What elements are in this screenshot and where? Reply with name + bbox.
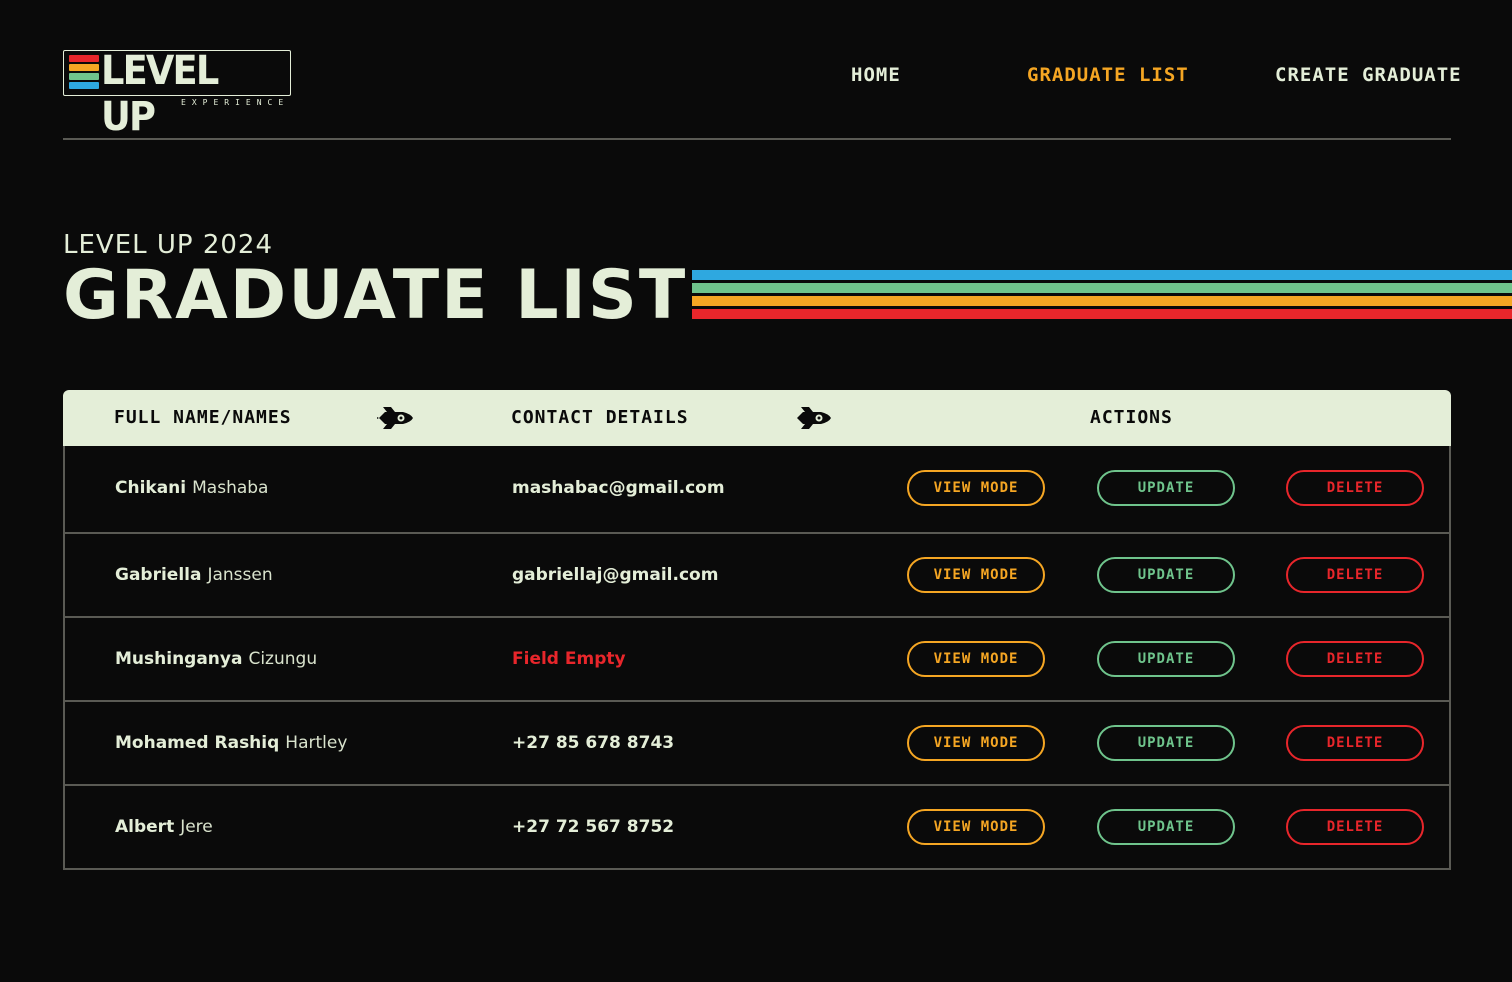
delete-button[interactable]: DELETE bbox=[1286, 809, 1424, 845]
table-row: Chikani Mashaba mashabac@gmail.com VIEW … bbox=[65, 444, 1449, 534]
update-button[interactable]: UPDATE bbox=[1097, 725, 1235, 761]
contact-details: gabriellaj@gmail.com bbox=[512, 565, 719, 585]
rocket-icon[interactable] bbox=[377, 406, 415, 430]
nav-graduate-list[interactable]: GRADUATE LIST bbox=[1027, 64, 1189, 86]
logo-text: LEVEL UP bbox=[101, 48, 219, 140]
view-mode-button[interactable]: VIEW MODE bbox=[907, 557, 1045, 593]
page-title: GRADUATE LIST bbox=[63, 256, 688, 335]
last-name: Hartley bbox=[285, 733, 348, 753]
rainbow-stripes bbox=[692, 270, 1512, 322]
update-button[interactable]: UPDATE bbox=[1097, 809, 1235, 845]
last-name: Jere bbox=[180, 817, 213, 837]
nav-home[interactable]: HOME bbox=[851, 64, 901, 86]
view-mode-button[interactable]: VIEW MODE bbox=[907, 809, 1045, 845]
view-mode-button[interactable]: VIEW MODE bbox=[907, 725, 1045, 761]
table-row: Mushinganya Cizungu Field Empty VIEW MOD… bbox=[65, 618, 1449, 702]
update-button[interactable]: UPDATE bbox=[1097, 470, 1235, 506]
contact-details: mashabac@gmail.com bbox=[512, 478, 725, 498]
delete-button[interactable]: DELETE bbox=[1286, 641, 1424, 677]
table-row: Albert Jere +27 72 567 8752 VIEW MODE UP… bbox=[65, 786, 1449, 870]
first-name: Chikani bbox=[115, 478, 187, 498]
column-header-actions: ACTIONS bbox=[1090, 407, 1173, 428]
view-mode-button[interactable]: VIEW MODE bbox=[907, 470, 1045, 506]
contact-details: +27 85 678 8743 bbox=[512, 733, 675, 753]
first-name: Albert bbox=[115, 817, 175, 837]
delete-button[interactable]: DELETE bbox=[1286, 557, 1424, 593]
table-header: FULL NAME/NAMES CONTACT DETAILS ACTIONS bbox=[63, 390, 1451, 446]
first-name: Mushinganya bbox=[115, 649, 243, 669]
delete-button[interactable]: DELETE bbox=[1286, 470, 1424, 506]
header-divider bbox=[63, 138, 1451, 140]
last-name: Janssen bbox=[207, 565, 273, 585]
graduate-name: Chikani Mashaba bbox=[115, 444, 268, 532]
view-mode-button[interactable]: VIEW MODE bbox=[907, 641, 1045, 677]
logo-stripes bbox=[69, 55, 99, 91]
nav-create-graduate[interactable]: CREATE GRADUATE bbox=[1275, 64, 1462, 86]
update-button[interactable]: UPDATE bbox=[1097, 557, 1235, 593]
last-name: Cizungu bbox=[248, 649, 318, 669]
column-header-name: FULL NAME/NAMES bbox=[114, 407, 292, 428]
delete-button[interactable]: DELETE bbox=[1286, 725, 1424, 761]
graduate-name: Mushinganya Cizungu bbox=[115, 618, 317, 700]
table-row: Gabriella Janssen gabriellaj@gmail.com V… bbox=[65, 534, 1449, 618]
contact-details-empty: Field Empty bbox=[512, 649, 626, 669]
table-row: Mohamed Rashiq Hartley +27 85 678 8743 V… bbox=[65, 702, 1449, 786]
graduate-name: Mohamed Rashiq Hartley bbox=[115, 702, 347, 784]
graduate-name: Albert Jere bbox=[115, 786, 213, 868]
column-header-contact: CONTACT DETAILS bbox=[511, 407, 689, 428]
last-name: Mashaba bbox=[192, 478, 269, 498]
graduate-table: FULL NAME/NAMES CONTACT DETAILS ACTIONS … bbox=[63, 390, 1451, 870]
contact-details: +27 72 567 8752 bbox=[512, 817, 675, 837]
update-button[interactable]: UPDATE bbox=[1097, 641, 1235, 677]
rocket-icon[interactable] bbox=[795, 406, 833, 430]
graduate-name: Gabriella Janssen bbox=[115, 534, 273, 616]
table-body: Chikani Mashaba mashabac@gmail.com VIEW … bbox=[63, 444, 1451, 870]
logo[interactable]: LEVEL UP EXPERIENCE bbox=[63, 48, 293, 140]
first-name: Gabriella bbox=[115, 565, 202, 585]
first-name: Mohamed Rashiq bbox=[115, 733, 280, 753]
logo-subtitle: EXPERIENCE bbox=[181, 98, 290, 107]
